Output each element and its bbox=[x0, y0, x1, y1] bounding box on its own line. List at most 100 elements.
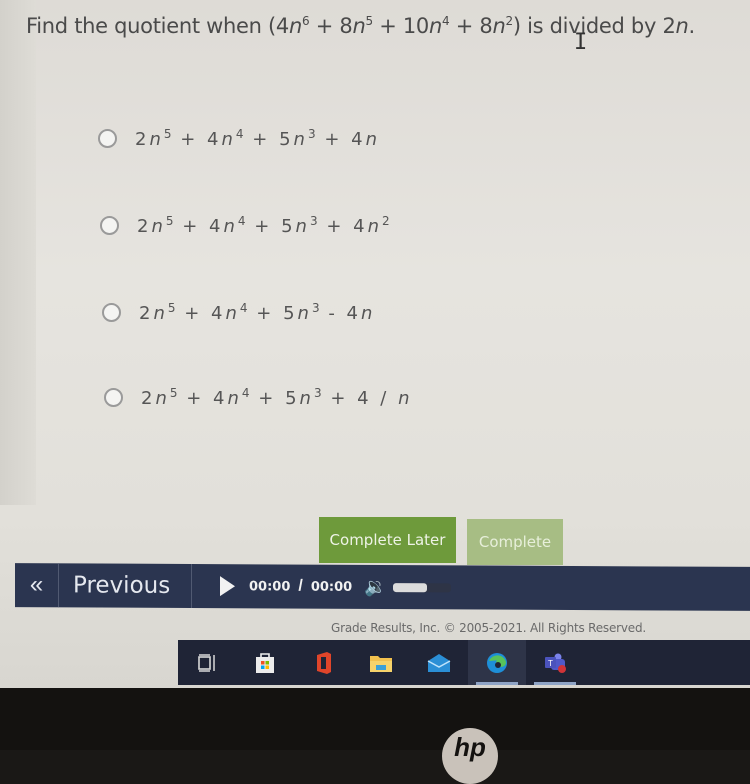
taskbar-mail[interactable] bbox=[410, 640, 468, 685]
microsoft-store-icon bbox=[256, 652, 274, 673]
term: + 4 bbox=[317, 216, 368, 237]
term: + 5 bbox=[245, 216, 296, 237]
variable: n bbox=[365, 129, 381, 150]
variable: n bbox=[367, 216, 383, 237]
variable: n bbox=[352, 14, 366, 38]
taskbar-task-view[interactable] bbox=[178, 640, 236, 685]
variable: n bbox=[361, 303, 376, 324]
term: + 4 bbox=[171, 129, 222, 150]
answer-option-1[interactable]: 2n5 + 4n4 + 5n3 + 4n bbox=[98, 127, 380, 150]
radio-button[interactable] bbox=[104, 388, 123, 407]
variable: n bbox=[227, 388, 242, 409]
question-part: ) is divided by 2 bbox=[512, 14, 676, 38]
question-part: + 8 bbox=[309, 14, 353, 38]
browser-page: Find the quotient when (4n6 + 8n5 + 10n4… bbox=[0, 0, 750, 690]
term: + 4 bbox=[315, 129, 366, 150]
variable: n bbox=[398, 388, 413, 409]
term: + 4 bbox=[173, 216, 224, 237]
option-expression: 2n5 + 4n4 + 5n3 + 4n bbox=[135, 127, 380, 150]
exponent: 4 bbox=[239, 301, 248, 315]
first-page-button[interactable]: « bbox=[15, 563, 59, 608]
taskbar-edge[interactable] bbox=[468, 640, 526, 685]
term: - 4 bbox=[319, 303, 361, 324]
exponent: 5 bbox=[365, 14, 373, 28]
exponent: 3 bbox=[311, 301, 320, 315]
volume-slider[interactable] bbox=[392, 582, 451, 592]
exponent: 4 bbox=[235, 127, 244, 141]
term: + 5 bbox=[243, 129, 294, 150]
copyright-footer: Grade Results, Inc. © 2005-2021. All Rig… bbox=[331, 621, 647, 635]
exponent: 4 bbox=[237, 214, 246, 228]
taskbar-office[interactable] bbox=[294, 640, 352, 685]
office-icon bbox=[317, 651, 331, 674]
question-part: . bbox=[688, 14, 696, 38]
term: 2 bbox=[137, 216, 152, 237]
term: + 4 bbox=[177, 388, 228, 409]
question-part: Find the quotient when (4 bbox=[26, 14, 289, 38]
exponent: 5 bbox=[163, 127, 172, 141]
edge-icon bbox=[487, 652, 507, 673]
variable: n bbox=[428, 14, 442, 38]
term: + 5 bbox=[247, 303, 298, 324]
term: + 4 / bbox=[321, 388, 399, 409]
exponent: 3 bbox=[307, 127, 316, 141]
variable: n bbox=[221, 129, 236, 150]
variable: n bbox=[299, 388, 314, 409]
hp-logo: hp bbox=[442, 728, 498, 784]
page-edge bbox=[0, 0, 36, 505]
exponent: 2 bbox=[382, 214, 390, 228]
variable: n bbox=[295, 216, 310, 237]
current-time: 00:00 bbox=[249, 578, 291, 595]
variable: n bbox=[151, 216, 166, 237]
variable: n bbox=[297, 303, 312, 324]
previous-button[interactable]: Previous bbox=[59, 563, 192, 609]
option-expression: 2n5 + 4n4 + 5n3 + 4n2 bbox=[137, 214, 390, 237]
exponent: 4 bbox=[241, 386, 250, 400]
complete-button[interactable]: Complete bbox=[467, 519, 563, 565]
taskbar-microsoft-store[interactable] bbox=[236, 640, 294, 685]
term: 2 bbox=[139, 303, 154, 324]
teams-icon: T bbox=[545, 653, 566, 673]
radio-button[interactable] bbox=[98, 129, 117, 148]
double-chevron-left-icon: « bbox=[29, 571, 44, 599]
navigation-bar: « Previous 00:00 / 00:00 🔉 bbox=[15, 563, 750, 611]
radio-button[interactable] bbox=[102, 303, 121, 322]
complete-later-button[interactable]: Complete Later bbox=[319, 517, 456, 563]
file-explorer-icon bbox=[370, 655, 392, 672]
exponent: 3 bbox=[313, 386, 322, 400]
term: + 5 bbox=[249, 388, 300, 409]
variable: n bbox=[153, 303, 168, 324]
answer-option-3[interactable]: 2n5 + 4n4 + 5n3 - 4n bbox=[102, 301, 375, 324]
taskbar-file-explorer[interactable] bbox=[352, 640, 410, 685]
exponent: 2 bbox=[505, 14, 513, 28]
taskbar-teams[interactable]: T bbox=[526, 640, 584, 685]
radio-button[interactable] bbox=[100, 216, 119, 235]
variable: n bbox=[149, 129, 164, 150]
variable: n bbox=[675, 14, 689, 38]
term: 2 bbox=[141, 388, 156, 409]
duration: 00:00 bbox=[310, 579, 353, 595]
svg-text:T: T bbox=[548, 659, 553, 668]
task-view-icon bbox=[198, 653, 215, 672]
variable: n bbox=[155, 388, 170, 409]
answer-option-4[interactable]: 2n5 + 4n4 + 5n3 + 4 / n bbox=[104, 386, 413, 409]
question-part: + 8 bbox=[449, 14, 493, 38]
variable: n bbox=[225, 303, 240, 324]
term: 2 bbox=[135, 129, 150, 150]
volume-icon[interactable]: 🔉 bbox=[364, 576, 386, 597]
exponent: 5 bbox=[167, 301, 176, 315]
variable: n bbox=[293, 129, 308, 150]
option-expression: 2n5 + 4n4 + 5n3 + 4 / n bbox=[141, 386, 413, 409]
windows-taskbar: T bbox=[178, 640, 750, 685]
volume-fill bbox=[392, 582, 428, 592]
time-separator: / bbox=[298, 577, 303, 595]
answer-option-2[interactable]: 2n5 + 4n4 + 5n3 + 4n2 bbox=[100, 214, 390, 237]
question-part: + 10 bbox=[372, 14, 429, 38]
mail-icon bbox=[427, 653, 451, 672]
laptop-bezel bbox=[0, 688, 750, 750]
exponent: 5 bbox=[169, 386, 178, 400]
play-icon[interactable] bbox=[220, 576, 235, 597]
variable: n bbox=[288, 14, 302, 38]
exponent: 3 bbox=[309, 214, 318, 228]
option-expression: 2n5 + 4n4 + 5n3 - 4n bbox=[139, 301, 375, 324]
